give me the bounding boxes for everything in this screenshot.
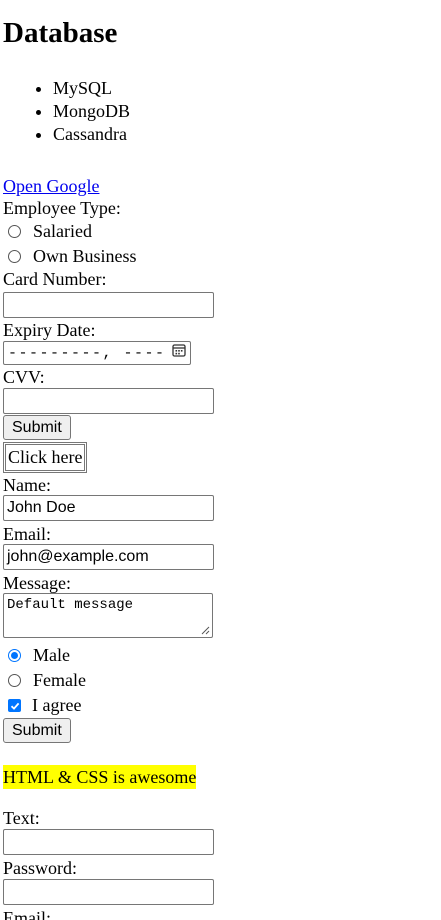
radio-button[interactable] <box>8 674 21 687</box>
employee-type-group: Employee Type: Salaried Own Business <box>3 197 438 269</box>
email-label-2: Email: <box>3 908 51 920</box>
cvv-label: CVV: <box>3 367 45 387</box>
highlight-text: HTML & CSS is awesome <box>3 765 197 789</box>
radio-button[interactable] <box>8 649 21 662</box>
list-item: Cassandra <box>53 123 438 146</box>
agree-label: I agree <box>32 695 82 715</box>
resize-grip-icon[interactable] <box>201 626 210 635</box>
radio-female[interactable]: Female <box>3 668 438 693</box>
expiry-date-label: Expiry Date: <box>3 320 96 340</box>
password-label: Password: <box>3 858 78 878</box>
name-label: Name: <box>3 475 51 495</box>
radio-label: Own Business <box>33 246 137 266</box>
radio-male[interactable]: Male <box>3 643 438 668</box>
email-input[interactable]: john@example.com <box>3 544 214 570</box>
agree-checkbox-row[interactable]: I agree <box>3 693 438 718</box>
radio-button[interactable] <box>8 250 21 263</box>
expiry-date-input[interactable]: ---------, ---- <box>3 341 191 365</box>
text-label: Text: <box>3 808 40 828</box>
calendar-icon[interactable] <box>172 343 186 364</box>
agree-checkbox[interactable] <box>8 699 21 712</box>
password-input[interactable] <box>3 879 214 905</box>
list-item: MongoDB <box>53 100 438 123</box>
list-item: MySQL <box>53 77 438 100</box>
message-label: Message: <box>3 573 71 593</box>
contact-submit-button[interactable]: Submit <box>3 718 71 743</box>
page: Database MySQL MongoDB Cassandra Open Go… <box>0 17 441 920</box>
radio-label: Male <box>33 645 70 665</box>
radio-own-business[interactable]: Own Business <box>3 244 438 269</box>
radio-button[interactable] <box>8 225 21 238</box>
card-form: Card Number: Expiry Date: ---------, ---… <box>3 269 438 440</box>
cvv-input[interactable] <box>3 388 214 414</box>
radio-label: Salaried <box>33 221 92 241</box>
email-label: Email: <box>3 524 51 544</box>
message-textarea[interactable]: Default message <box>3 593 213 638</box>
contact-submit-wrap: Submit <box>3 718 438 743</box>
open-google-link[interactable]: Open Google <box>3 176 99 197</box>
name-input[interactable]: John Doe <box>3 495 214 521</box>
text-input[interactable] <box>3 829 214 855</box>
page-heading: Database <box>3 17 118 49</box>
misc-form: Text: Password: Email: <box>3 807 438 920</box>
click-here-cell[interactable]: Click here <box>5 444 86 471</box>
checkmark-icon <box>10 702 19 710</box>
click-here-table[interactable]: Click here <box>3 442 88 473</box>
message-text: Default message <box>7 597 134 613</box>
card-submit-wrap: Submit <box>3 415 438 440</box>
card-number-label: Card Number: <box>3 269 107 289</box>
database-list: MySQL MongoDB Cassandra <box>3 77 438 146</box>
card-number-input[interactable] <box>3 292 214 318</box>
contact-form: Name: John Doe Email: john@example.com M… <box>3 473 438 743</box>
card-submit-button[interactable]: Submit <box>3 415 71 440</box>
employee-type-label: Employee Type: <box>3 198 121 218</box>
radio-salaried[interactable]: Salaried <box>3 219 438 244</box>
expiry-date-placeholder: ---------, ---- <box>8 344 166 362</box>
radio-label: Female <box>33 670 86 690</box>
